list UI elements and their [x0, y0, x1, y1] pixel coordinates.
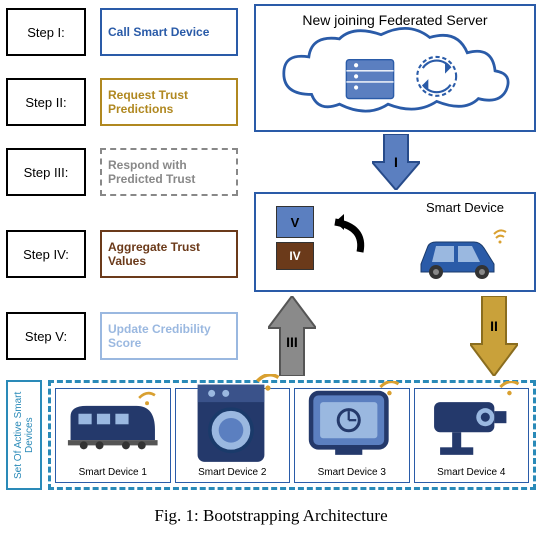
- arrow-iii: III: [268, 296, 316, 376]
- box-v: V: [276, 206, 314, 238]
- arrow-i: I: [372, 134, 420, 190]
- device-4-label: Smart Device 4: [437, 467, 505, 478]
- device-card-2: Smart Device 2: [175, 388, 291, 483]
- active-devices-row: Smart Device 1 Smart Device 2: [48, 380, 536, 490]
- step-4-desc: Aggregate Trust Values: [100, 230, 238, 278]
- box-iv: IV: [276, 242, 314, 270]
- active-devices-label: Set Of Active Smart Devices: [13, 382, 35, 488]
- device-2-label: Smart Device 2: [198, 467, 266, 478]
- train-icon: [60, 393, 166, 453]
- step-4-label: Step IV:: [6, 230, 86, 278]
- step-2-label: Step II:: [6, 78, 86, 126]
- device-1-label: Smart Device 1: [79, 467, 147, 478]
- active-devices-label-box: Set Of Active Smart Devices: [6, 380, 42, 490]
- step-5-desc: Update Credibility Score: [100, 312, 238, 360]
- curved-arrow-icon: [310, 212, 370, 262]
- device-card-3: Smart Device 3: [294, 388, 410, 483]
- step-3-label: Step III:: [6, 148, 86, 196]
- figure-caption: Fig. 1: Bootstrapping Architecture: [0, 506, 542, 526]
- step-1-desc: Call Smart Device: [100, 8, 238, 56]
- arrow-ii: II: [470, 296, 518, 376]
- device-card-4: Smart Device 4: [414, 388, 530, 483]
- arrow-iii-label: III: [286, 334, 298, 350]
- arrow-ii-label: II: [490, 318, 498, 334]
- step-2-desc: Request Trust Predictions: [100, 78, 238, 126]
- step-5-label: Step V:: [6, 312, 86, 360]
- smart-device-title: Smart Device: [426, 200, 504, 215]
- monitor-icon: [299, 393, 405, 453]
- car-icon: [406, 224, 516, 284]
- device-card-1: Smart Device 1: [55, 388, 171, 483]
- smart-device-box: Smart Device V IV: [254, 192, 536, 292]
- arrow-i-label: I: [394, 154, 398, 170]
- cloud-server-icon: [256, 34, 534, 114]
- federated-server-box: New joining Federated Server: [254, 4, 536, 132]
- device-3-label: Smart Device 3: [318, 467, 386, 478]
- step-3-desc: Respond with Predicted Trust: [100, 148, 238, 196]
- camera-icon: [419, 393, 525, 453]
- diagram-root: Step I: Step II: Step III: Step IV: Step…: [0, 0, 542, 540]
- washing-machine-icon: [180, 393, 286, 453]
- step-1-label: Step I:: [6, 8, 86, 56]
